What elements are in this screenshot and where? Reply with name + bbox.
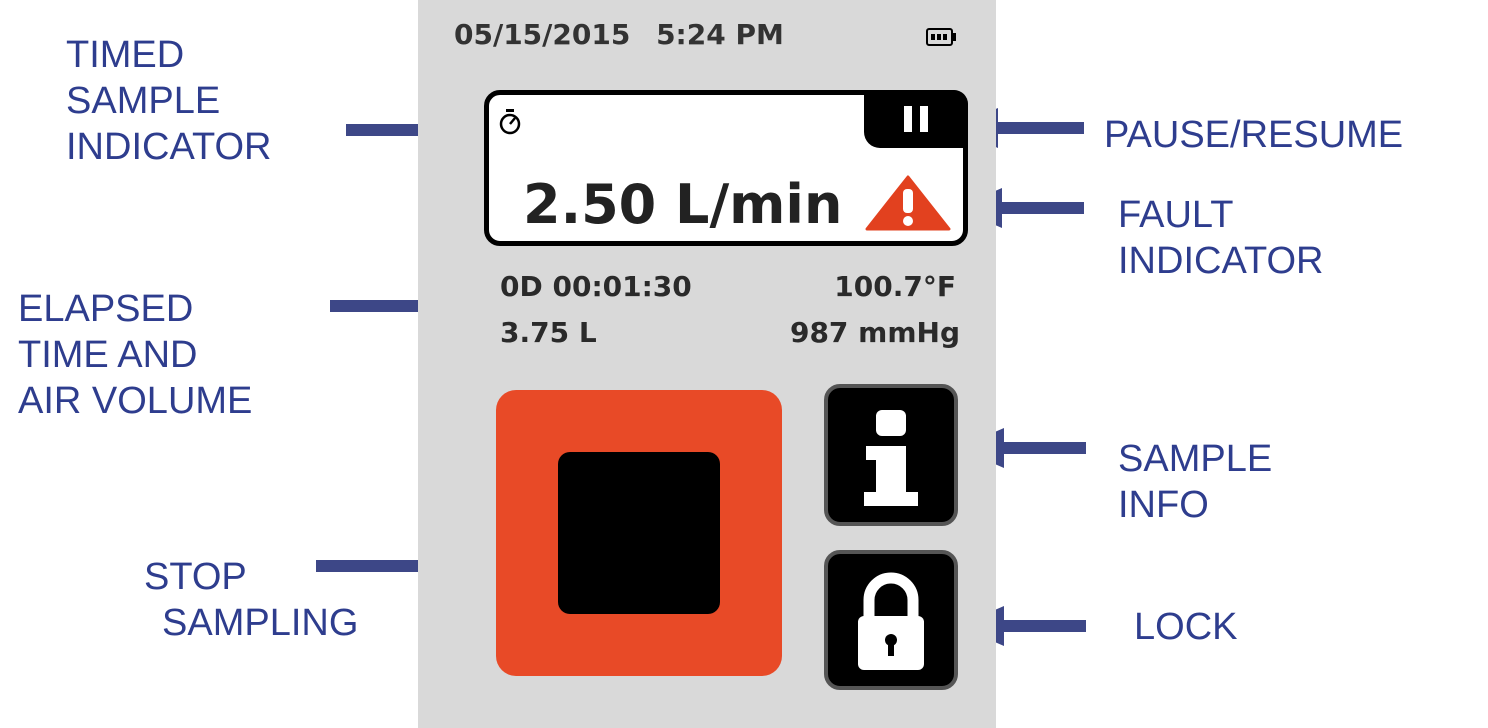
elapsed-time: 0D 00:01:30 <box>500 270 692 303</box>
temperature: 100.7°F <box>834 270 956 303</box>
status-date: 05/15/2015 <box>454 18 631 51</box>
pause-resume-button[interactable] <box>864 90 968 148</box>
stop-icon <box>558 452 720 614</box>
warning-triangle-icon[interactable] <box>865 175 951 231</box>
stopwatch-icon <box>499 109 521 135</box>
flow-rate-panel: 2.50 L/min <box>484 90 968 246</box>
callout-elapsed-time-air-volume: ELAPSED TIME AND AIR VOLUME <box>18 288 253 422</box>
callout-timed-sample-indicator: TIMED SAMPLE INDICATOR <box>66 34 272 168</box>
lock-button[interactable] <box>824 550 958 690</box>
info-icon <box>864 410 918 506</box>
pause-icon <box>904 106 928 132</box>
pressure: 987 mmHg <box>789 316 960 349</box>
padlock-icon <box>858 572 924 670</box>
status-time: 5:24 PM <box>656 18 784 51</box>
battery-icon <box>926 28 956 46</box>
callout-pause-resume: PAUSE/RESUME <box>1104 114 1404 156</box>
air-volume: 3.75 L <box>500 316 597 349</box>
device-screen: 05/15/2015 5:24 PM 2.50 L/min 0D 00:01:3… <box>418 0 996 728</box>
flow-rate-value: 2.50 L/min <box>523 173 843 236</box>
callout-fault-indicator: FAULT INDICATOR <box>1118 194 1324 282</box>
stop-sampling-button[interactable] <box>496 390 782 676</box>
callout-lock: LOCK <box>1134 606 1238 648</box>
status-bar: 05/15/2015 5:24 PM <box>454 18 784 51</box>
callout-sample-info: SAMPLE INFO <box>1118 438 1273 526</box>
sample-info-button[interactable] <box>824 384 958 526</box>
